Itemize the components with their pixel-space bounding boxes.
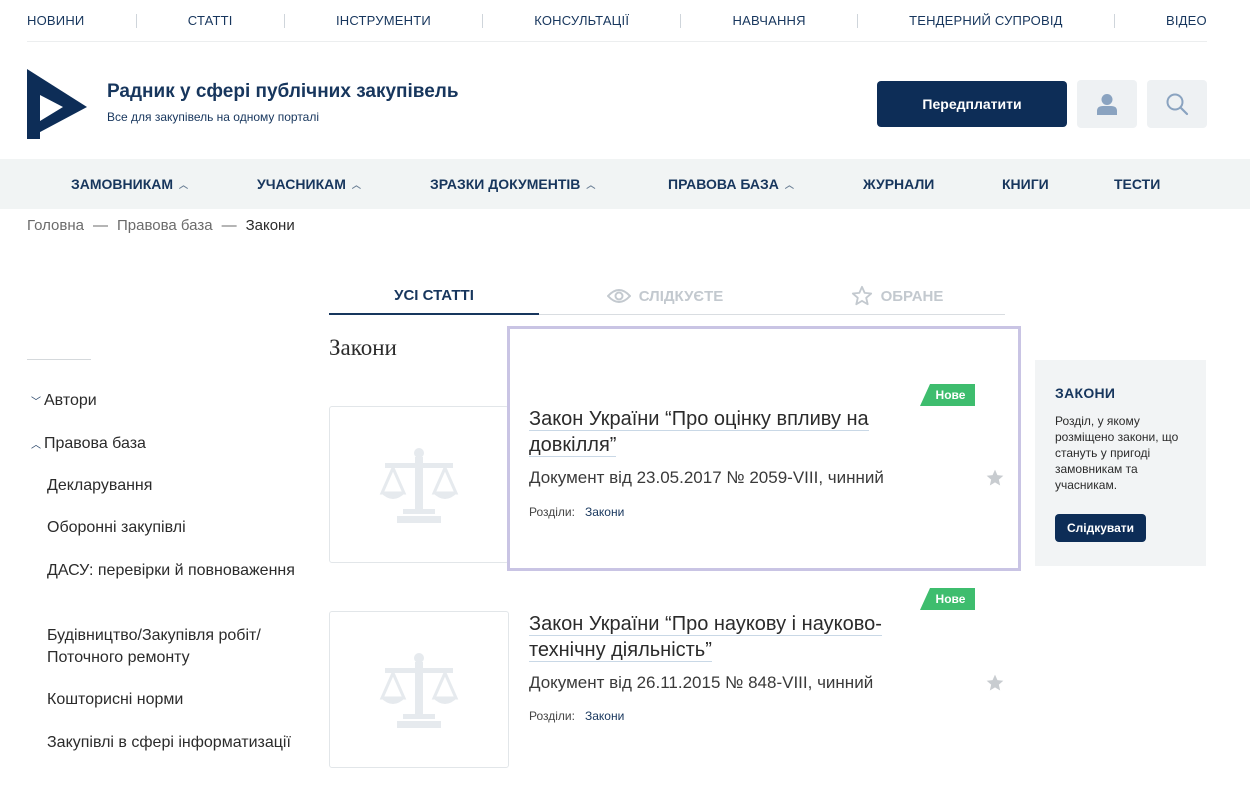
scales-icon <box>379 652 459 728</box>
breadcrumb-home[interactable]: Головна <box>27 217 84 234</box>
nav-label: УЧАСНИКАМ <box>257 176 346 192</box>
article-tabs: УСІ СТАТТІ СЛІДКУЄТЕ ОБРАНЕ <box>329 278 1005 315</box>
article-meta: Документ від 23.05.2017 № 2059-VIII, чин… <box>529 468 884 487</box>
nav-customers[interactable]: ЗАМОВНИКАМ ︿ <box>71 159 188 209</box>
article-sections: Розділи: Закони <box>529 709 624 723</box>
divider <box>283 13 285 28</box>
nav-legal-base[interactable]: ПРАВОВА БАЗА ︿ <box>668 159 794 209</box>
divider <box>856 13 858 28</box>
top-nav-consultations[interactable]: КОНСУЛЬТАЦІЇ <box>534 13 629 28</box>
nav-label: ПРАВОВА БАЗА <box>668 176 779 192</box>
article-sections: Розділи: Закони <box>529 505 624 519</box>
breadcrumb: Головна — Правова база — Закони <box>27 217 295 234</box>
site-title[interactable]: Радник у сфері публічних закупівель <box>107 81 459 103</box>
sidebar-subitem-defense-procurement[interactable]: Оборонні закупівлі <box>47 517 307 539</box>
top-nav-learning[interactable]: НАВЧАННЯ <box>732 13 805 28</box>
chevron-up-icon: ︿ <box>179 179 189 190</box>
section-link[interactable]: Закони <box>585 709 624 723</box>
article-title-text: Закон України “Про оцінку впливу на довк… <box>529 408 869 457</box>
sidebar-subitem-estimate-norms[interactable]: Кошторисні норми <box>47 689 307 711</box>
chevron-up-icon: ︿ <box>784 179 794 190</box>
nav-label: ЖУРНАЛИ <box>863 176 935 192</box>
sidebar-item-legal-base[interactable]: ︿ Правова база <box>31 433 146 457</box>
info-box-text: Розділ, у якому розміщено закони, що ста… <box>1055 414 1179 492</box>
tab-label: СЛІДКУЄТЕ <box>638 287 724 305</box>
breadcrumb-legal-base[interactable]: Правова база <box>117 217 213 234</box>
nav-tests[interactable]: ТЕСТИ <box>1114 159 1160 209</box>
info-box-title: ЗАКОНИ <box>1055 385 1116 401</box>
sidebar-subitem-informatization[interactable]: Закупівлі в сфері інформатизації <box>47 732 307 754</box>
tab-label: УСІ СТАТТІ <box>394 287 474 304</box>
tab-following[interactable]: СЛІДКУЄТЕ <box>597 278 733 314</box>
top-nav-video[interactable]: ВІДЕО <box>1166 13 1207 28</box>
search-icon <box>1166 93 1189 116</box>
nav-books[interactable]: КНИГИ <box>1002 159 1049 209</box>
article-thumbnail[interactable] <box>329 611 509 768</box>
follow-button[interactable]: Слідкувати <box>1055 514 1146 542</box>
section-info-box: ЗАКОНИ Розділ, у якому розміщено закони,… <box>1035 360 1206 566</box>
nav-journals[interactable]: ЖУРНАЛИ <box>863 159 934 209</box>
star-favorite-icon[interactable] <box>985 673 1005 693</box>
top-strip-nav: НОВИНИ СТАТТІ ІНСТРУМЕНТИ КОНСУЛЬТАЦІЇ Н… <box>27 0 1207 42</box>
chevron-up-icon: ︿ <box>31 440 41 451</box>
top-nav-articles[interactable]: СТАТТІ <box>188 13 233 28</box>
divider <box>680 13 682 28</box>
chevron-up-icon: ︿ <box>586 179 596 190</box>
sidebar-subitem-construction[interactable]: Будівництво/Закупівля робіт/ Поточного р… <box>47 625 307 669</box>
tab-all-articles[interactable]: УСІ СТАТТІ <box>329 278 539 315</box>
sections-label: Розділи: <box>529 505 575 519</box>
page-title: Закони <box>329 335 397 360</box>
site-subtitle: Все для закупівель на одному порталі <box>107 110 320 124</box>
sidebar-item-authors[interactable]: ﹀ Автори <box>31 390 97 414</box>
subscribe-button[interactable]: Передплатити <box>877 81 1067 127</box>
nav-document-samples[interactable]: ЗРАЗКИ ДОКУМЕНТІВ ︿ <box>430 159 595 209</box>
eye-icon <box>606 289 631 303</box>
breadcrumb-current: Закони <box>245 217 295 234</box>
search-button[interactable] <box>1147 80 1207 128</box>
article-thumbnail[interactable] <box>329 406 509 563</box>
article-meta: Документ від 26.11.2015 № 848-VIII, чинн… <box>529 673 874 692</box>
divider <box>135 13 137 28</box>
breadcrumb-separator: — <box>93 217 108 234</box>
divider <box>482 13 484 28</box>
chevron-down-icon: ﹀ <box>31 397 41 408</box>
top-nav-news[interactable]: НОВИНИ <box>27 13 84 28</box>
new-badge: Нове <box>920 588 975 610</box>
article-title[interactable]: Закон України “Про оцінку впливу на довк… <box>529 406 899 458</box>
nav-label: ЗРАЗКИ ДОКУМЕНТІВ <box>430 176 581 192</box>
sidebar-subitem-dasu[interactable]: ДАСУ: перевірки й повноваження <box>47 560 307 582</box>
tab-label: ОБРАНЕ <box>880 287 944 305</box>
nav-label: КНИГИ <box>1002 176 1049 192</box>
top-nav-tools[interactable]: ІНСТРУМЕНТИ <box>336 13 431 28</box>
star-outline-icon <box>851 285 872 306</box>
nav-label: ТЕСТИ <box>1114 176 1161 192</box>
divider <box>1113 13 1115 28</box>
nav-label: ЗАМОВНИКАМ <box>71 176 174 192</box>
section-link[interactable]: Закони <box>585 505 624 519</box>
tab-favorites[interactable]: ОБРАНЕ <box>843 278 951 314</box>
top-nav-tender-support[interactable]: ТЕНДЕРНИЙ СУПРОВІД <box>909 13 1063 28</box>
user-icon <box>1097 94 1117 115</box>
nav-participants[interactable]: УЧАСНИКАМ ︿ <box>257 159 361 209</box>
chevron-up-icon: ︿ <box>351 179 361 190</box>
article-title[interactable]: Закон України “Про наукову і науково-тех… <box>529 611 899 663</box>
site-logo[interactable] <box>27 69 87 139</box>
breadcrumb-separator: — <box>221 217 237 234</box>
sidebar-item-label: Автори <box>44 392 97 409</box>
user-button[interactable] <box>1077 80 1137 128</box>
scales-icon <box>379 447 459 523</box>
main-nav: ЗАМОВНИКАМ ︿ УЧАСНИКАМ ︿ ЗРАЗКИ ДОКУМЕНТІВ… <box>0 159 1250 209</box>
sidebar-item-label: Правова база <box>44 435 146 452</box>
article-title-text: Закон України “Про наукову і науково-тех… <box>529 613 882 662</box>
sections-label: Розділи: <box>529 709 575 723</box>
sidebar-subitem-declaration[interactable]: Декларування <box>47 475 307 497</box>
star-favorite-icon[interactable] <box>985 468 1005 488</box>
divider <box>27 359 91 360</box>
